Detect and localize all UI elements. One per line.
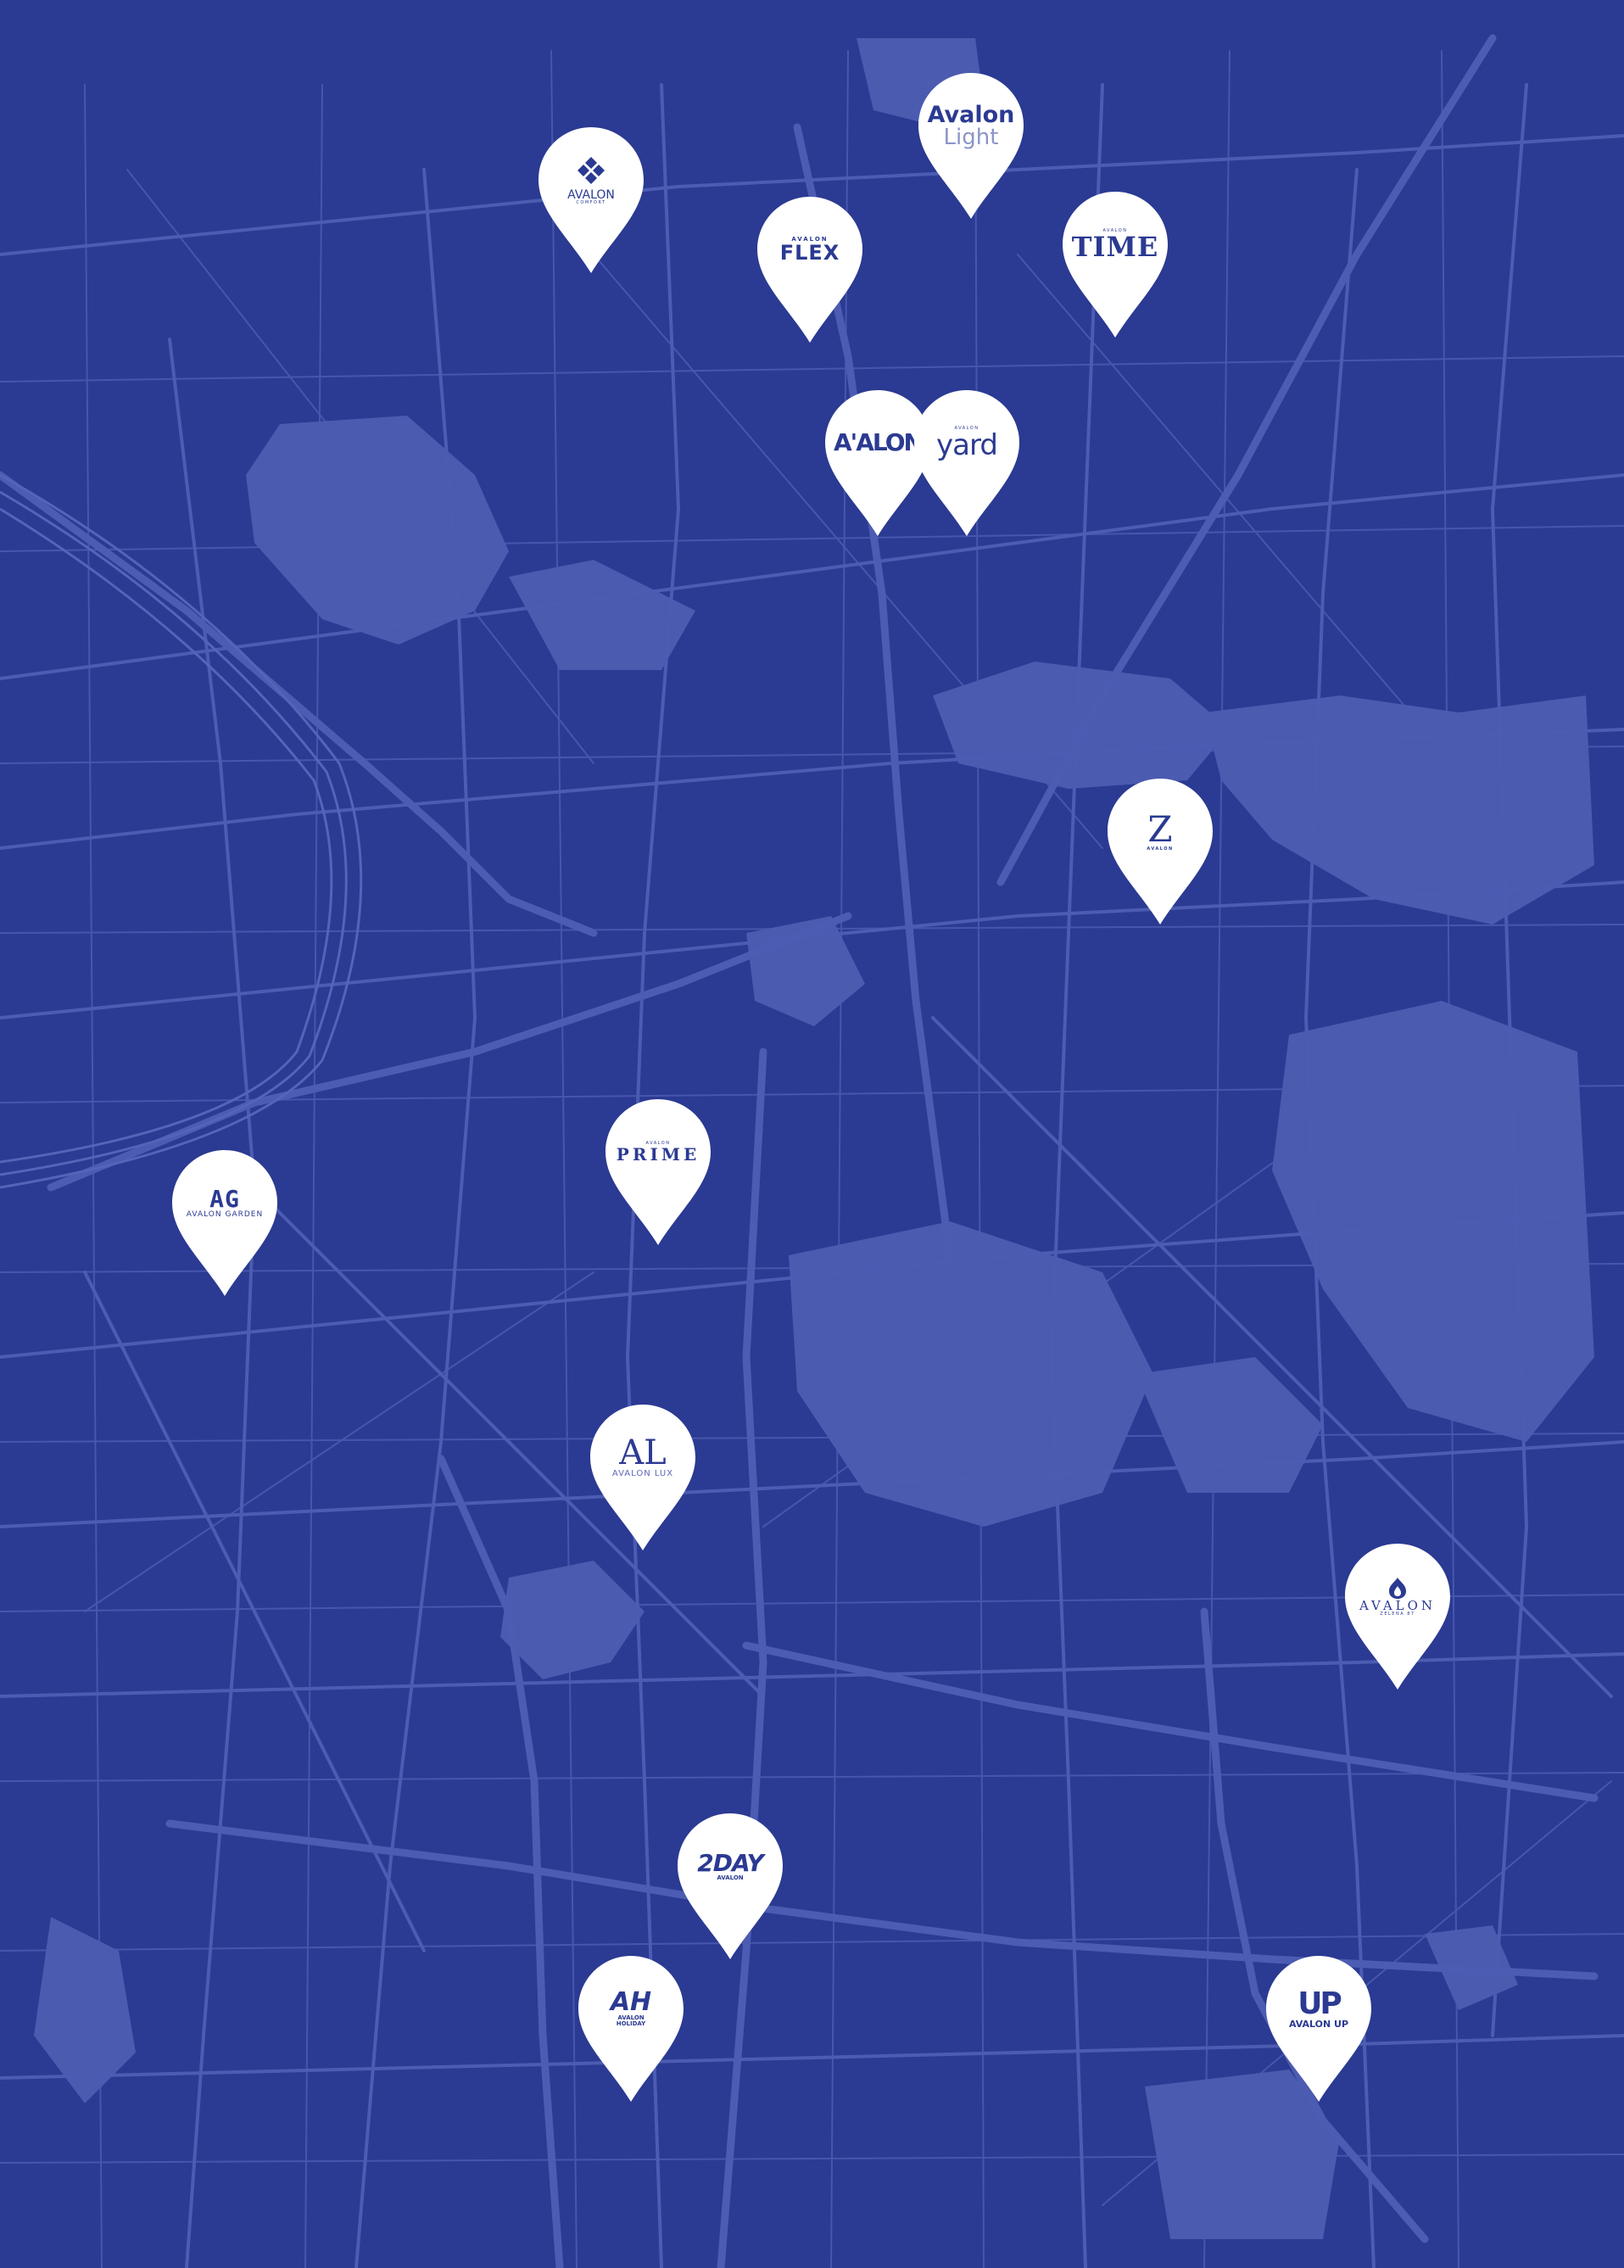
pin-avalon-holiday[interactable]: AH AVALON HOLIDAY	[578, 1956, 684, 2102]
pin-label: AVALON	[567, 187, 615, 202]
diamond-icon	[578, 156, 605, 184]
pin-sublabel: COMFORT	[576, 199, 606, 205]
pin-label: yard	[936, 427, 998, 462]
house-flame-icon	[1389, 1578, 1406, 1599]
pin-label: FLEX	[779, 240, 840, 265]
pin-avalon-prime[interactable]: AVALON PRIME	[606, 1099, 711, 1245]
pin-label: PRIME	[616, 1143, 700, 1165]
pin-label: Z	[1147, 807, 1173, 850]
pin-avalon-time[interactable]: AVALON TIME	[1063, 192, 1168, 338]
pin-label: A'ALON	[834, 428, 924, 456]
pin-avalon-up[interactable]: UP AVALON UP	[1266, 1956, 1371, 2102]
pin-sublabel: ZELENA 87	[1380, 1612, 1415, 1617]
pin-label: AL	[619, 1433, 667, 1472]
pin-sublabel: AVALON UP	[1288, 2018, 1349, 2030]
pin-avalon-lux[interactable]: AL AVALON LUX	[590, 1405, 695, 1550]
pin-avalon-garden[interactable]: AG AVALON GARDEN	[172, 1150, 277, 1296]
pin-avalon-light[interactable]: Avalon Light	[918, 73, 1024, 219]
pin-sublabel: AVALON GARDEN	[186, 1209, 264, 1219]
pin-label: AVALON	[1359, 1598, 1437, 1613]
city-map: AVALON COMFORT Avalon Light AVALON FLEX …	[0, 0, 1624, 2268]
pin-avalon-z[interactable]: Z AVALON	[1108, 779, 1213, 925]
pin-avalon-yard[interactable]: AVALON yard	[914, 390, 1019, 536]
pin-label: AH	[610, 1987, 652, 2017]
pin-avalon-flex[interactable]: AVALON FLEX	[757, 197, 862, 343]
pin-label: AG	[209, 1184, 240, 1213]
pin-label: TIME	[1071, 230, 1159, 263]
pin-sublabel: Light	[943, 124, 999, 150]
pin-label: Avalon	[927, 101, 1015, 128]
pin-sublabel: AVALON LUX	[611, 1469, 674, 1478]
pin-avalon-zelena[interactable]: AVALON ZELENA 87	[1345, 1544, 1450, 1690]
pin-avalon-2day[interactable]: 2DAY AVALON	[678, 1813, 783, 1959]
pin-sublabel: AVALON	[1147, 846, 1174, 852]
pin-sublabel: AVALON	[717, 1874, 744, 1881]
pin-sublabel-2: HOLIDAY	[616, 2020, 646, 2027]
pin-label: UP	[1298, 1986, 1342, 2021]
pin-avalon-comfort[interactable]: AVALON COMFORT	[539, 127, 644, 273]
pin-label: 2DAY	[697, 1848, 763, 1877]
